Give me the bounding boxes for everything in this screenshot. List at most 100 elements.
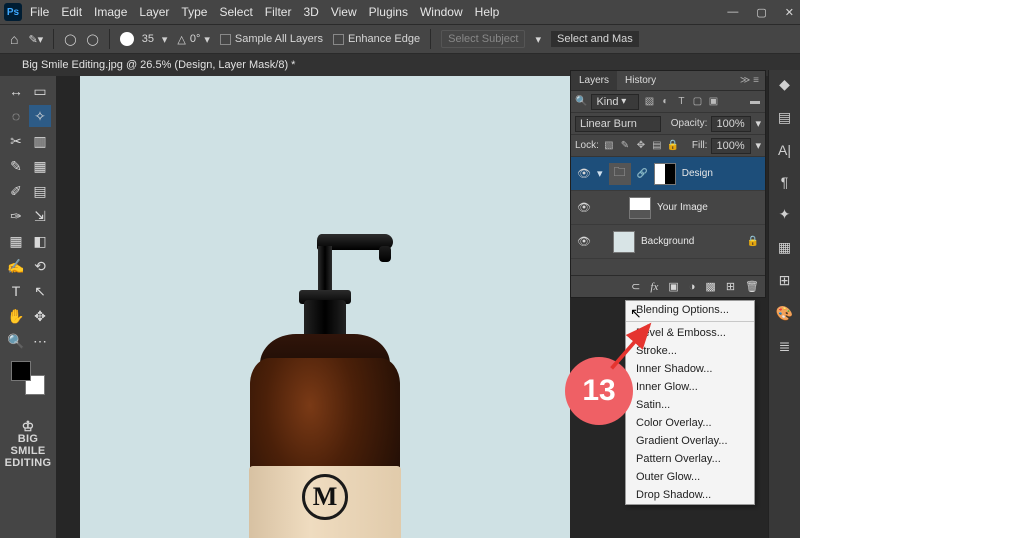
sample-all-layers-checkbox[interactable]: Sample All Layers: [220, 33, 323, 45]
frame-tool[interactable]: ▥: [29, 130, 51, 152]
shape-tool[interactable]: ✥: [29, 305, 51, 327]
filter-adjust-icon[interactable]: ◐: [659, 96, 671, 107]
filter-pixel-icon[interactable]: ▧: [643, 96, 655, 107]
filter-type-icon[interactable]: T: [675, 96, 687, 107]
panel-icon-libraries[interactable]: ≣: [779, 338, 791, 355]
menu-gradient-overlay[interactable]: Gradient Overlay...: [626, 432, 754, 450]
menu-stroke[interactable]: Stroke...: [626, 342, 754, 360]
lock-nest-icon[interactable]: ▤: [651, 140, 663, 151]
eyedropper-tool[interactable]: ✎: [5, 155, 27, 177]
menu-window[interactable]: Window: [420, 5, 463, 19]
visibility-icon[interactable]: 👁: [577, 167, 591, 180]
adjustment-button[interactable]: ◑: [689, 281, 696, 293]
lock-paint-icon[interactable]: ✎: [619, 140, 631, 151]
blur-tool[interactable]: ◧: [29, 230, 51, 252]
blend-mode-select[interactable]: Linear Burn: [575, 116, 661, 132]
layer-name[interactable]: Design: [682, 168, 713, 179]
layer-thumb[interactable]: [629, 197, 651, 219]
visibility-icon[interactable]: 👁: [577, 201, 591, 214]
panel-icon-adjust[interactable]: ▤: [778, 109, 791, 126]
lasso-tool[interactable]: ◌: [5, 105, 27, 127]
brush-angle[interactable]: △ 0°▾: [177, 33, 210, 46]
type-tool[interactable]: T: [5, 280, 27, 302]
add-selection-icon[interactable]: ◯: [64, 33, 76, 46]
brush-tool[interactable]: ✐: [5, 180, 27, 202]
panel-icon-layers[interactable]: ◆: [779, 76, 790, 93]
lock-trans-icon[interactable]: ▧: [603, 140, 615, 151]
lock-all-icon[interactable]: 🔒: [667, 140, 679, 151]
menu-help[interactable]: Help: [475, 5, 500, 19]
menu-bevel-emboss[interactable]: Bevel & Emboss...: [626, 324, 754, 342]
mask-button[interactable]: ▣: [668, 280, 678, 293]
artboard-tool[interactable]: ▭: [29, 80, 51, 102]
brush-preset[interactable]: 35▾: [120, 32, 168, 46]
visibility-icon[interactable]: 👁: [577, 235, 591, 248]
document-canvas[interactable]: M: [80, 76, 570, 538]
layer-thumb[interactable]: [613, 231, 635, 253]
pen-tool[interactable]: ✍: [5, 255, 27, 277]
panel-icon-paragraph[interactable]: ¶: [781, 174, 789, 190]
history-brush-tool[interactable]: ✑: [5, 205, 27, 227]
panel-icon-character[interactable]: A|: [778, 142, 791, 158]
menu-file[interactable]: File: [30, 5, 49, 19]
layer-row-your-image[interactable]: 👁 Your Image: [571, 191, 765, 225]
layer-row-design[interactable]: 👁 ▾ 🗀 🔗 Design: [571, 157, 765, 191]
tool-preset-icon[interactable]: ✎▾: [28, 33, 43, 46]
expand-icon[interactable]: ▾: [597, 167, 603, 180]
menu-plugins[interactable]: Plugins: [369, 5, 408, 19]
delete-layer-button[interactable]: 🗑: [745, 280, 759, 293]
filter-smart-icon[interactable]: ▣: [707, 96, 719, 107]
menu-satin[interactable]: Satin...: [626, 396, 754, 414]
fill-input[interactable]: 100%: [711, 138, 751, 154]
eraser-tool[interactable]: ⇲: [29, 205, 51, 227]
panel-icon-patterns[interactable]: ⊞: [779, 272, 791, 289]
menu-pattern-overlay[interactable]: Pattern Overlay...: [626, 450, 754, 468]
menu-filter[interactable]: Filter: [265, 5, 292, 19]
tab-history[interactable]: History: [617, 71, 664, 90]
menu-drop-shadow[interactable]: Drop Shadow...: [626, 486, 754, 504]
menu-image[interactable]: Image: [94, 5, 127, 19]
path-select-tool[interactable]: ↖: [29, 280, 51, 302]
layer-row-background[interactable]: 👁 Background 🔒: [571, 225, 765, 259]
menu-inner-glow[interactable]: Inner Glow...: [626, 378, 754, 396]
menu-inner-shadow[interactable]: Inner Shadow...: [626, 360, 754, 378]
menu-blending-options[interactable]: Blending Options...: [626, 301, 754, 319]
foreground-color-swatch[interactable]: [11, 361, 31, 381]
opacity-input[interactable]: 100%: [711, 116, 751, 132]
window-minimize-button[interactable]: —: [727, 6, 738, 18]
menu-edit[interactable]: Edit: [61, 5, 82, 19]
new-layer-button[interactable]: ⊞: [726, 280, 735, 293]
menu-layer[interactable]: Layer: [139, 5, 169, 19]
edit-toolbar-tool[interactable]: ⋯: [29, 330, 51, 352]
select-and-mask-button[interactable]: Select and Mas: [551, 31, 639, 47]
layer-mask-thumb[interactable]: [654, 163, 676, 185]
panel-icon-swatches[interactable]: ▦: [778, 239, 791, 256]
patch-tool[interactable]: ▦: [29, 155, 51, 177]
dodge-tool[interactable]: ⟲: [29, 255, 51, 277]
move-tool[interactable]: ↔: [5, 80, 27, 102]
select-subject-button[interactable]: Select Subject: [441, 30, 525, 48]
window-close-button[interactable]: ✕: [785, 6, 794, 19]
panel-icon-styles[interactable]: ✦: [779, 206, 791, 223]
hand-tool[interactable]: ✋: [5, 305, 27, 327]
panel-icon-color[interactable]: 🎨: [776, 305, 793, 322]
menu-outer-glow[interactable]: Outer Glow...: [626, 468, 754, 486]
quick-select-tool[interactable]: ✧: [29, 105, 51, 127]
panel-menu-icon[interactable]: ≫ ≡: [740, 75, 765, 86]
color-swatches[interactable]: [11, 361, 45, 395]
gradient-tool[interactable]: ▦: [5, 230, 27, 252]
filter-toggle-icon[interactable]: ▬: [749, 96, 761, 107]
menu-type[interactable]: Type: [181, 5, 207, 19]
clone-tool[interactable]: ▤: [29, 180, 51, 202]
menu-view[interactable]: View: [331, 5, 357, 19]
sub-selection-icon[interactable]: ◯: [87, 33, 99, 46]
group-button[interactable]: ▩: [705, 280, 715, 293]
layer-name[interactable]: Your Image: [657, 202, 708, 213]
tab-layers[interactable]: Layers: [571, 71, 617, 90]
filter-shape-icon[interactable]: ▢: [691, 96, 703, 107]
menu-3d[interactable]: 3D: [303, 5, 318, 19]
layer-name[interactable]: Background: [641, 236, 694, 247]
layer-kind-filter[interactable]: Kind ▾: [591, 94, 639, 110]
lock-pos-icon[interactable]: ✥: [635, 140, 647, 151]
home-icon[interactable]: ⌂: [10, 31, 18, 47]
